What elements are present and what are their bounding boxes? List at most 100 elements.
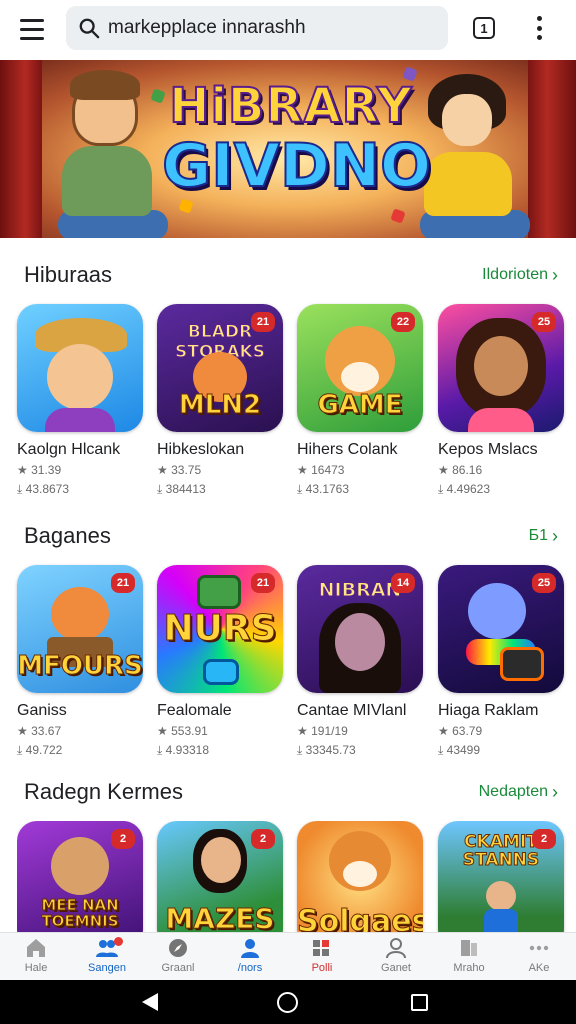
app-card[interactable]: GAME 22 Hihers Colank ★ 16473 ⤓ 43.1763	[297, 304, 425, 497]
section-title: Baganes	[24, 523, 111, 548]
search-icon	[79, 18, 100, 39]
account-icon	[386, 938, 406, 959]
badge: 2	[251, 829, 275, 849]
promo-banner[interactable]: HiBRARY GIVDNO	[0, 60, 576, 238]
section-title: Hiburaas	[24, 262, 113, 287]
nav-item-people[interactable]: Sangen	[77, 937, 137, 981]
app-carousel[interactable]: MFOURS 21 Ganiss ★ 33.67 ⤓ 49.722 NURS 2…	[17, 565, 576, 765]
back-icon[interactable]	[142, 993, 158, 1011]
section-see-more-link[interactable]: Б1 ›	[529, 527, 558, 545]
search-query[interactable]: markepplace innarashh	[108, 17, 306, 39]
notification-dot	[114, 937, 123, 946]
badge: 2	[111, 829, 135, 849]
app-rating: ★ 63.79	[438, 724, 483, 738]
app-card[interactable]: NIBRAN 14 Cantae MIVlanl ★ 191/19 ⤓ 3334…	[297, 565, 425, 758]
fox-chest-icon[interactable]: MFOURS 21	[17, 565, 143, 693]
section-header: Baganes Б1 ›	[24, 521, 558, 551]
badge: 25	[532, 312, 556, 332]
app-downloads: ⤓ 49.722	[17, 743, 63, 757]
compass-icon	[169, 939, 187, 957]
boy-jungle-icon[interactable]: CKAMIT STANNS 2	[438, 821, 564, 932]
app-card[interactable]: CKAMIT STANNS 2	[438, 821, 566, 932]
nav-item-account[interactable]: Ganet	[366, 937, 426, 981]
app-downloads: ⤓ 4.49623	[438, 482, 491, 496]
cowboy-kid-icon[interactable]	[17, 304, 143, 432]
curtain-right	[528, 60, 576, 238]
hamburger-menu-icon[interactable]	[0, 0, 64, 58]
app-card[interactable]: 25 Kepos Mslacs ★ 86.16 ⤓ 4.49623	[438, 304, 566, 497]
tab-counter-button[interactable]: 1	[473, 17, 495, 39]
girl-curly-hair-icon[interactable]: 25	[438, 304, 564, 432]
app-rating: ★ 191/19	[297, 724, 348, 738]
app-rating: ★ 553.91	[157, 724, 208, 738]
library-icon	[461, 940, 477, 956]
home-button-icon[interactable]	[277, 992, 298, 1013]
nav-item-apps[interactable]: Polli	[292, 937, 352, 981]
boy-character-hair	[70, 70, 140, 100]
app-card[interactable]: MFOURS 21 Ganiss ★ 33.67 ⤓ 49.722	[17, 565, 145, 758]
app-name: Fealomale	[157, 702, 232, 719]
shiba-dog-icon[interactable]: GAME 22	[297, 304, 423, 432]
boy-character-body	[62, 146, 152, 216]
app-card[interactable]: Kaolgn Hlcank ★ 31.39 ⤓ 43.8673	[17, 304, 145, 497]
app-name: Kepos Mslacs	[438, 441, 538, 458]
app-downloads: ⤓ 33345.73	[297, 743, 356, 757]
app-card[interactable]: 25 Hiaga Raklam ★ 63.79 ⤓ 43499	[438, 565, 566, 758]
badge: 22	[391, 312, 415, 332]
section-see-more-link[interactable]: Nedapten ›	[479, 783, 558, 801]
more-icon	[529, 945, 549, 951]
app-name: Ganiss	[17, 702, 67, 719]
nav-item-more[interactable]: AKe	[509, 937, 569, 981]
app-name: Hibkeslokan	[157, 441, 245, 458]
app-rating: ★ 33.75	[157, 463, 202, 477]
app-name: Hiaga Raklam	[438, 702, 539, 719]
app-downloads: ⤓ 43.1763	[297, 482, 350, 496]
badge: 14	[391, 573, 415, 593]
shiba-dog-icon[interactable]: Solgaes	[297, 821, 423, 932]
kid-blocks-icon[interactable]: MEE NAN TOEMNIS 2	[17, 821, 143, 932]
person-icon	[241, 939, 259, 958]
confetti-piece	[390, 208, 406, 224]
girl-jungle-icon[interactable]: MAZES 2	[157, 821, 283, 932]
banner-title-line2: GIVDNO	[161, 131, 432, 201]
app-card[interactable]: MAZES 2	[157, 821, 285, 932]
app-carousel[interactable]: MEE NAN TOEMNIS 2 MAZES 2 Solgaes CKAMIT…	[17, 821, 576, 932]
see-more-label: Ildorioten	[482, 266, 548, 283]
app-card[interactable]: Solgaes	[297, 821, 425, 932]
play-store-screen: markepplace innarashh 1 HiBRARY GIVDNO H…	[0, 0, 576, 1024]
nav-item-library[interactable]: Mraho	[439, 937, 499, 981]
nav-item-person[interactable]: /nors	[220, 937, 280, 981]
app-carousel[interactable]: Kaolgn Hlcank ★ 31.39 ⤓ 43.8673 BLADR ST…	[17, 304, 576, 504]
app-rating: ★ 16473	[297, 463, 345, 477]
app-card[interactable]: BLADR STORAKS MLN2 21 Hibkeslokan ★ 33.7…	[157, 304, 285, 497]
girl-portrait-icon[interactable]: NIBRAN 14	[297, 565, 423, 693]
search-bar[interactable]: markepplace innarashh	[66, 6, 448, 50]
banner-title: HiBRARY GIVDNO	[161, 81, 432, 201]
cat-blaster-icon[interactable]: 25	[438, 565, 564, 693]
app-name: Cantae MIVlanl	[297, 702, 407, 719]
recents-icon[interactable]	[411, 994, 428, 1011]
app-card[interactable]: NURS 21 Fealomale ★ 553.91 ⤓ 4.93318	[157, 565, 285, 758]
badge: 2	[532, 829, 556, 849]
section-see-more-link[interactable]: Ildorioten ›	[482, 266, 558, 284]
app-downloads: ⤓ 4.93318	[157, 743, 210, 757]
system-navigation-bar	[0, 980, 576, 1024]
puzzle-blocks-icon[interactable]: NURS 21	[157, 565, 283, 693]
nav-item-home[interactable]: Hale	[6, 937, 66, 981]
more-options-icon[interactable]	[530, 14, 548, 42]
section-header: Hiburaas Ildorioten ›	[24, 260, 558, 290]
app-card[interactable]: MEE NAN TOEMNIS 2	[17, 821, 145, 932]
fox-tv-icon[interactable]: BLADR STORAKS MLN2 21	[157, 304, 283, 432]
girl-character-body	[424, 152, 512, 216]
apps-icon	[313, 940, 329, 956]
curtain-left	[0, 60, 42, 238]
app-rating: ★ 33.67	[17, 724, 62, 738]
home-icon	[27, 939, 45, 957]
app-rating: ★ 31.39	[17, 463, 62, 477]
app-name: Hihers Colank	[297, 441, 398, 458]
bottom-navigation-bar: Hale Sangen Graanl /nors Polli Ganet Mra…	[0, 932, 576, 980]
badge: 21	[251, 312, 275, 332]
nav-item-compass[interactable]: Graanl	[148, 937, 208, 981]
see-more-label: Б1	[528, 527, 548, 544]
section-header: Radegn Kermes Nedapten ›	[24, 777, 558, 807]
